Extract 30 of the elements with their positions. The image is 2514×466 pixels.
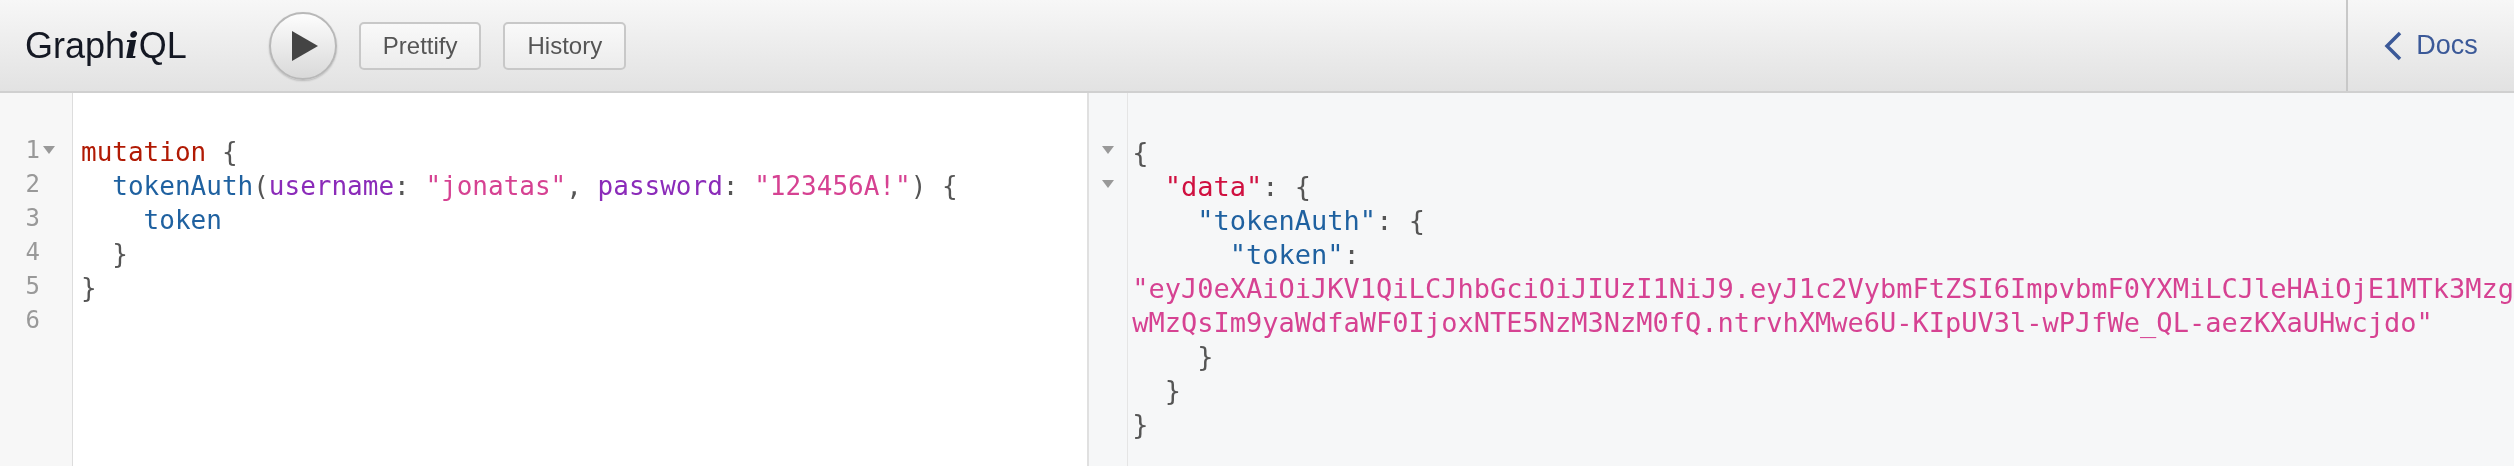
code-line: mutation { [81, 136, 239, 167]
line-number: 1 [24, 135, 40, 166]
line-number: 6 [24, 305, 40, 336]
fold-arrow-icon[interactable] [43, 146, 55, 154]
code-line: } [1132, 408, 1150, 439]
line-number: 4 [24, 237, 40, 268]
play-icon [291, 30, 318, 61]
code-line: "data": { [1163, 170, 1313, 201]
app-logo: GraphiQL [25, 23, 187, 68]
code-line: } [1196, 340, 1215, 371]
code-line: } [111, 238, 129, 269]
code-line: "token": [1228, 238, 1361, 269]
code-line: { [1132, 136, 1150, 167]
fold-arrow-icon[interactable] [1102, 180, 1115, 188]
code-line: "eyJ0eXAiOiJKV1QiLCJhbGciOiJIUzI1NiJ9.eyJ1c2VybmFtZSI6ImpvbmF0YXMiLCJleHAiOjE1MTk3Mzg [1132, 272, 2514, 303]
code-line: wMzQsIm9yaWdfaWF0IjoxNTE5NzM3NzM0fQ.ntrvhXMwe6U-KIpUV3l-wPJfWe_QL-aezKXaUHwcjdo" [1132, 306, 2434, 337]
query-editor[interactable]: 1 2 3 4 5 6 mutation { tokenAuth(username: "jonatas", password: "123456A!") { token } } [0, 93, 1088, 466]
code-line: tokenAuth(username: "jonatas", password: "123456A!") { [111, 170, 958, 201]
code-line: } [81, 272, 98, 303]
code-line: token [142, 204, 223, 235]
fold-arrow-icon[interactable] [1102, 146, 1115, 154]
toolbar-button[interactable]: Prettify [358, 21, 482, 70]
docs-button[interactable]: Docs [2346, 0, 2514, 91]
chevron-left-icon [2384, 30, 2403, 61]
code-line: "tokenAuth": { [1196, 204, 1426, 235]
code-line: } [1163, 374, 1183, 405]
toolbar-button[interactable]: History [503, 21, 627, 70]
line-number: 5 [24, 271, 40, 302]
line-number: 3 [24, 203, 40, 234]
line-number: 2 [24, 169, 40, 200]
